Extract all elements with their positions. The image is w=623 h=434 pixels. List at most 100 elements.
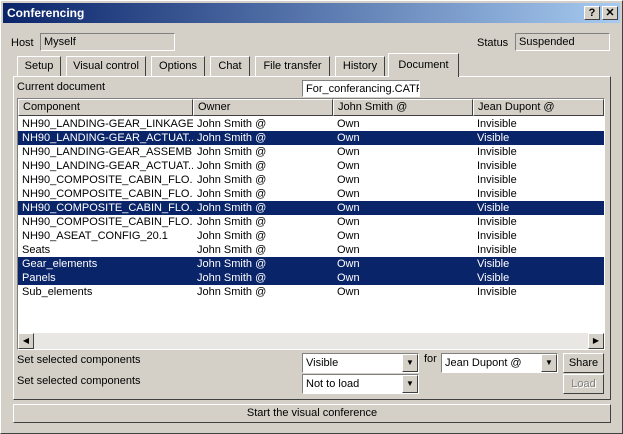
start-visual-conference-button[interactable]: Start the visual conference — [13, 404, 611, 423]
cell-owner: John Smith @ — [197, 146, 267, 158]
cell-component: NH90_ASEAT_CONFIG_20.1 — [22, 230, 168, 242]
table-row[interactable]: NH90_COMPOSITE_CABIN_FLO... John Smith @ O… — [18, 201, 604, 215]
close-button[interactable]: ✕ — [602, 6, 618, 20]
set-visibility-label: Set selected components — [17, 354, 141, 366]
table-row[interactable]: NH90_COMPOSITE_CABIN_FLO... John Smith @ O… — [18, 215, 604, 229]
help-button[interactable]: ? — [584, 6, 600, 20]
cell-jean-dupont: Visible — [477, 202, 510, 214]
cell-component: NH90_LANDING-GEAR_ACTUAT... — [22, 160, 193, 172]
table-row[interactable]: Panels John Smith @ Own Visible — [18, 271, 604, 285]
chevron-down-icon[interactable]: ▼ — [402, 375, 418, 393]
cell-owner: John Smith @ — [197, 174, 267, 186]
cell-john-smith: Own — [337, 216, 360, 228]
cell-john-smith: Own — [337, 286, 360, 298]
status-label: Status — [477, 37, 509, 49]
scroll-right-icon[interactable]: ▶ — [588, 333, 604, 349]
status-field: Suspended — [515, 33, 610, 51]
cell-john-smith: Own — [337, 258, 360, 270]
cell-owner: John Smith @ — [197, 286, 267, 298]
cell-component: Panels — [22, 272, 56, 284]
current-document-field: For_conferancing.CATP — [302, 80, 420, 97]
cell-owner: John Smith @ — [197, 202, 267, 214]
cell-component: Sub_elements — [22, 286, 93, 298]
column-header-component[interactable]: Component — [18, 99, 193, 116]
cell-owner: John Smith @ — [197, 244, 267, 256]
table-row[interactable]: NH90_COMPOSITE_CABIN_FLO... John Smith @ O… — [18, 187, 604, 201]
cell-jean-dupont: Invisible — [477, 118, 517, 130]
cell-owner: John Smith @ — [197, 132, 267, 144]
cell-jean-dupont: Invisible — [477, 286, 517, 298]
share-button[interactable]: Share — [563, 353, 604, 373]
table-row[interactable]: NH90_LANDING-GEAR_LINKAGE... John Smith @… — [18, 117, 604, 131]
current-document-label: Current document — [17, 81, 106, 93]
scroll-left-icon[interactable]: ◀ — [18, 333, 34, 349]
cell-john-smith: Own — [337, 188, 360, 200]
cell-component: NH90_COMPOSITE_CABIN_FLO... — [22, 188, 193, 200]
table-row[interactable]: Seats John Smith @ Own Invisible — [18, 243, 604, 257]
cell-component: NH90_LANDING-GEAR_ACTUAT... — [22, 132, 193, 144]
cell-john-smith: Own — [337, 202, 360, 214]
column-header-owner[interactable]: Owner — [193, 99, 333, 116]
cell-john-smith: Own — [337, 132, 360, 144]
load-select[interactable]: Not to load ▼ — [302, 374, 419, 394]
load-button[interactable]: Load — [563, 374, 604, 394]
cell-component: NH90_COMPOSITE_CABIN_FLO... — [22, 174, 193, 186]
cell-john-smith: Own — [337, 230, 360, 242]
conferencing-window: Conferencing ? ✕ Host Myself Status Susp… — [0, 0, 623, 434]
cell-jean-dupont: Invisible — [477, 188, 517, 200]
cell-john-smith: Own — [337, 272, 360, 284]
set-load-label: Set selected components — [17, 375, 141, 387]
cell-jean-dupont: Invisible — [477, 216, 517, 228]
tab-chat[interactable]: Chat — [210, 56, 250, 76]
visibility-select[interactable]: Visible ▼ — [302, 353, 419, 373]
cell-jean-dupont: Visible — [477, 272, 510, 284]
cell-jean-dupont: Visible — [477, 258, 510, 270]
user-select-value: Jean Dupont @ — [445, 357, 522, 369]
cell-jean-dupont: Invisible — [477, 244, 517, 256]
cell-john-smith: Own — [337, 244, 360, 256]
cell-owner: John Smith @ — [197, 230, 267, 242]
tab-history[interactable]: History — [335, 56, 385, 76]
cell-jean-dupont: Invisible — [477, 160, 517, 172]
tab-options[interactable]: Options — [151, 56, 205, 76]
cell-owner: John Smith @ — [197, 272, 267, 284]
cell-jean-dupont: Visible — [477, 132, 510, 144]
load-select-value: Not to load — [306, 378, 360, 390]
user-select[interactable]: Jean Dupont @ ▼ — [441, 353, 558, 373]
horizontal-scrollbar[interactable]: ◀ ▶ — [18, 333, 604, 349]
table-row[interactable]: Gear_elements John Smith @ Own Visible — [18, 257, 604, 271]
cell-component: Seats — [22, 244, 51, 256]
cell-component: NH90_COMPOSITE_CABIN_FLO... — [22, 202, 193, 214]
window-title: Conferencing — [7, 6, 85, 20]
cell-jean-dupont: Invisible — [477, 174, 517, 186]
cell-john-smith: Own — [337, 118, 360, 130]
table-row[interactable]: NH90_LANDING-GEAR_ASSEMB... John Smith @ O… — [18, 145, 604, 159]
tab-setup[interactable]: Setup — [17, 56, 61, 76]
cell-owner: John Smith @ — [197, 160, 267, 172]
table-row[interactable]: NH90_COMPOSITE_CABIN_FLO... John Smith @ O… — [18, 173, 604, 187]
cell-owner: John Smith @ — [197, 188, 267, 200]
column-header-jean-dupont[interactable]: Jean Dupont @ — [473, 99, 604, 116]
cell-john-smith: Own — [337, 160, 360, 172]
cell-component: Gear_elements — [22, 258, 98, 270]
cell-component: NH90_COMPOSITE_CABIN_FLO... — [22, 216, 193, 228]
chevron-down-icon[interactable]: ▼ — [402, 354, 418, 372]
title-bar[interactable]: Conferencing ? ✕ — [3, 3, 620, 23]
visibility-select-value: Visible — [306, 357, 339, 369]
chevron-down-icon[interactable]: ▼ — [541, 354, 557, 372]
cell-component: NH90_LANDING-GEAR_ASSEMB... — [22, 146, 193, 158]
cell-john-smith: Own — [337, 146, 360, 158]
tab-document[interactable]: Document — [388, 53, 459, 77]
cell-owner: John Smith @ — [197, 118, 267, 130]
tab-visual-control[interactable]: Visual control — [66, 56, 146, 76]
tab-file-transfer[interactable]: File transfer — [255, 56, 330, 76]
table-row[interactable]: NH90_ASEAT_CONFIG_20.1 John Smith @ Own Inv… — [18, 229, 604, 243]
cell-owner: John Smith @ — [197, 216, 267, 228]
table-row[interactable]: NH90_LANDING-GEAR_ACTUAT... John Smith @ O… — [18, 159, 604, 173]
cell-owner: John Smith @ — [197, 258, 267, 270]
table-row[interactable]: NH90_LANDING-GEAR_ACTUAT... John Smith @ O… — [18, 131, 604, 145]
cell-jean-dupont: Invisible — [477, 146, 517, 158]
column-header-john-smith[interactable]: John Smith @ — [333, 99, 473, 116]
cell-john-smith: Own — [337, 174, 360, 186]
table-row[interactable]: Sub_elements John Smith @ Own Invisible — [18, 285, 604, 299]
